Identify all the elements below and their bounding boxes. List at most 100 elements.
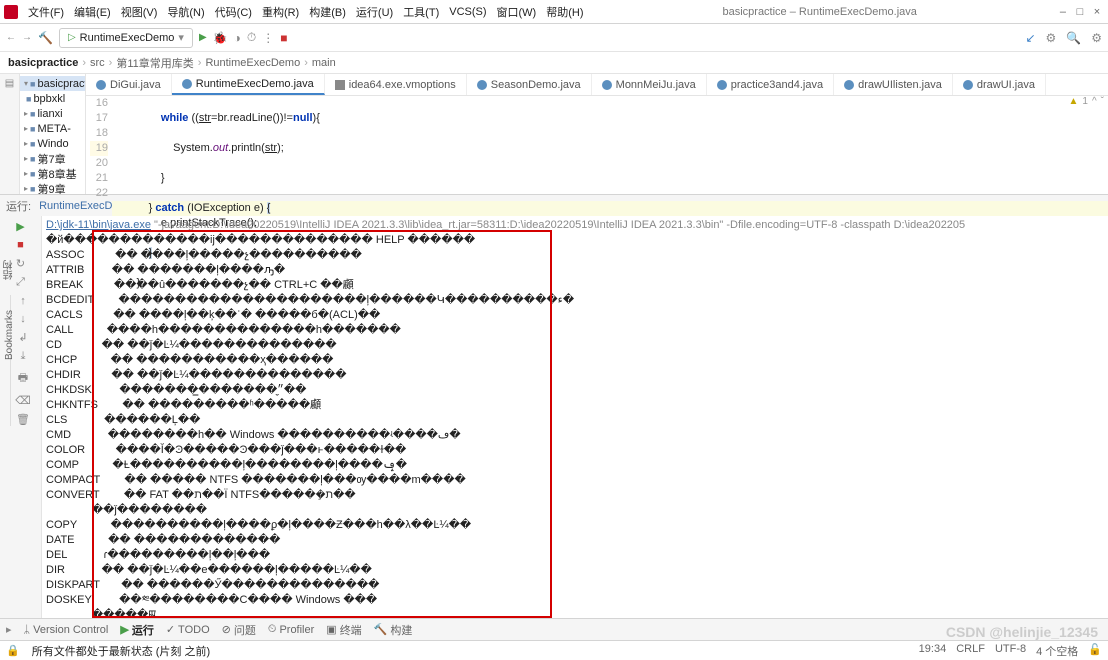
readonly-icon[interactable]: 🔓 [1088,643,1102,659]
breadcrumb-item[interactable]: src [90,57,105,69]
app-logo [4,5,18,19]
class-icon [477,80,487,90]
menu-build[interactable]: 构建(B) [309,4,346,20]
menu-tools[interactable]: 工具(T) [403,4,439,20]
branch-icon: ᛦ [24,624,31,636]
run-icon: ▶ [120,623,128,636]
tab-vmoptions[interactable]: idea64.exe.vmoptions [325,74,467,95]
expand-icon[interactable]: ▸ [6,623,12,636]
close-button[interactable]: × [1090,6,1104,18]
class-icon [602,80,612,90]
tab-practice3and4[interactable]: practice3and4.java [707,74,834,95]
expand-icon: ˇ [1101,96,1104,107]
rerun-icon[interactable]: ▶ [16,220,24,233]
stop-button[interactable]: ■ [280,31,287,45]
more-run-icon[interactable]: ⋮ [262,31,274,45]
menu-view[interactable]: 视图(V) [121,4,158,20]
run-label: 运行: [6,198,31,214]
indent[interactable]: 4 个空格 [1036,643,1078,659]
inspections-widget[interactable]: ▲ 1 ^ ˇ [1068,96,1104,107]
caret-icon: ^ [1092,96,1097,107]
dropdown-icon: ▾ [178,31,184,44]
structure-toolwindow[interactable]: 结构 [2,260,17,280]
scroll-end-icon[interactable]: ⤓ [21,350,26,363]
console-output[interactable]: D:\jdk-11\bin\java.exe "-javaagent:D:\id… [42,216,1108,618]
window-title: basicpractice – RuntimeExecDemo.java [722,6,916,18]
stop-icon[interactable]: ■ [17,239,24,251]
status-message: 所有文件都处于最新状态 (片刻 之前) [32,643,210,659]
breadcrumb: basicpractice › src › 第11章常用库类 › Runtime… [0,52,1108,74]
debug-button[interactable]: 🐞 [213,31,228,45]
tab-seasondemo[interactable]: SeasonDemo.java [467,74,592,95]
warning-icon: ▲ [1068,96,1078,107]
coverage-button[interactable]: ◑ [234,31,241,45]
menu-vcs[interactable]: VCS(S) [449,6,486,18]
tab-monnmeiju[interactable]: MonnMeiJu.java [592,74,707,95]
class-icon [96,80,106,90]
profiler-icon: ⏲ [268,623,277,636]
class-icon [963,80,973,90]
vcs-update-icon[interactable]: ↙ [1025,31,1035,45]
caret-pos[interactable]: 19:34 [919,643,947,659]
tab-runtimeexecdemo[interactable]: RuntimeExecDemo.java [172,74,325,95]
nav-back-icon[interactable]: ← [6,32,16,43]
menu-edit[interactable]: 编辑(E) [74,4,111,20]
gutter: 161718 19 202122 [86,96,112,194]
project-toolwindow-icon[interactable]: ▤ [5,78,14,89]
tab-todo[interactable]: ✓TODO [166,623,210,636]
menu-run[interactable]: 运行(U) [356,4,393,20]
menu-navigate[interactable]: 导航(N) [167,4,204,20]
menu-refactor[interactable]: 重构(R) [262,4,299,20]
menu-help[interactable]: 帮助(H) [546,4,583,20]
todo-icon: ✓ [166,623,175,636]
max-button[interactable]: □ [1073,6,1087,18]
down-icon[interactable]: ↓ [20,313,26,325]
run-button[interactable]: ▶ [199,32,207,43]
build-icon: 🔨 [374,623,388,636]
editor-tabs: DiGui.java RuntimeExecDemo.java idea64.e… [86,74,1108,96]
tab-terminal[interactable]: ▣终端 [326,622,361,638]
up-icon[interactable]: ↑ [20,295,26,307]
project-tree[interactable]: ▾■basicpracti ■bpbxkl ▸■lianxi ▸■META- ▸… [20,74,86,194]
tab-drawui[interactable]: drawUI.java [953,74,1046,95]
tab-run[interactable]: ▶运行 [120,622,153,638]
tab-problems[interactable]: ⊘问题 [222,622,256,638]
breadcrumb-item[interactable]: 第11章常用库类 [116,55,193,71]
run-config-select[interactable]: ▷ RuntimeExecDemo ▾ [59,28,193,48]
search-everywhere-icon[interactable]: 🔍 [1066,31,1081,45]
settings-icon[interactable]: ⚙ [1091,31,1102,45]
print-icon[interactable]: 🖶 [18,369,28,388]
text-icon [335,80,345,90]
profile-button[interactable]: ⏱ [247,30,256,45]
problems-icon: ⊘ [222,623,231,636]
tab-build[interactable]: 🔨构建 [374,622,413,638]
bookmarks-toolwindow[interactable]: Bookmarks [4,310,15,360]
menu-file[interactable]: 文件(F) [28,4,64,20]
nav-fwd-icon[interactable]: → [22,32,32,43]
min-button[interactable]: – [1056,6,1070,18]
breadcrumb-item[interactable]: RuntimeExecDemo [205,57,300,69]
terminal-icon: ▣ [326,623,336,636]
vcs-status-icon[interactable]: 🔒 [6,644,20,657]
build-icon[interactable]: 🔨 [38,31,53,45]
breadcrumb-item[interactable]: main [312,57,336,69]
clear-icon[interactable]: ⌫ [15,394,31,407]
trash-icon[interactable]: 🗑 [16,413,30,426]
tab-profiler[interactable]: ⏲Profiler [268,623,314,636]
encoding[interactable]: UTF-8 [995,643,1026,659]
ide-settings-icon[interactable]: ⚙ [1046,31,1057,45]
tab-drawuilisten[interactable]: drawUIlisten.java [834,74,953,95]
line-sep[interactable]: CRLF [956,643,985,659]
code-editor[interactable]: while ((str=br.readLine())!=null){ Syste… [112,96,1108,194]
tab-digui[interactable]: DiGui.java [86,74,172,95]
tab-vcs[interactable]: ᛦVersion Control [24,624,109,636]
warning-count: 1 [1082,96,1088,107]
class-icon [844,80,854,90]
run-config-label: RuntimeExecDemo [80,32,175,44]
softwrap-icon[interactable]: ↲ [18,331,27,344]
class-icon [182,79,192,89]
menu-window[interactable]: 窗口(W) [497,4,537,20]
breadcrumb-item[interactable]: basicpractice [8,57,78,69]
class-icon [717,80,727,90]
menu-code[interactable]: 代码(C) [215,4,252,20]
